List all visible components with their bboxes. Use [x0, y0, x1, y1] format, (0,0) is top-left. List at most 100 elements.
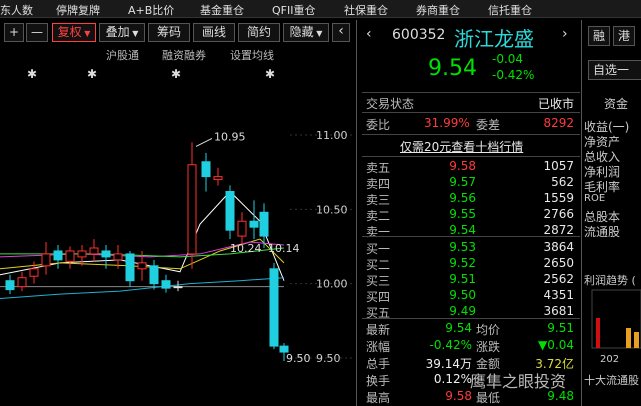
menu-item-qfii[interactable]: QFII重仓 — [272, 2, 315, 18]
zuixin-value: 9.54 — [445, 321, 472, 335]
menu-item-abbijia[interactable]: A+B比价 — [128, 2, 174, 18]
high-price-label: 10.95 — [214, 130, 246, 143]
rong-button[interactable]: 融 — [588, 26, 610, 46]
divider — [362, 156, 580, 157]
sell-volume: 562 — [551, 175, 574, 189]
zoom-in-button[interactable]: + — [4, 23, 24, 42]
trend-bar — [634, 332, 639, 348]
zoom-out-button[interactable]: — — [26, 23, 48, 42]
sell-price: 9.54 — [449, 223, 476, 237]
divider — [362, 318, 580, 319]
sell-row[interactable]: 卖三 9.56 1559 — [362, 191, 578, 207]
trend-bar — [626, 328, 631, 348]
event-marker-icon: ✱ — [27, 67, 37, 81]
zuigao-value: 9.58 — [445, 389, 472, 403]
chevron-right-icon[interactable]: › — [562, 26, 568, 42]
candle-body — [269, 268, 279, 347]
zhangfu-label: 涨幅 — [366, 340, 391, 354]
zhangdie-label: 涨跌 — [476, 340, 501, 354]
diejia-dropdown[interactable]: 叠加 ▼ — [99, 23, 145, 42]
sell-label: 卖二 — [366, 209, 391, 223]
profit-trend-chart — [591, 289, 641, 349]
hugutong-link[interactable]: 沪股通 — [106, 47, 139, 63]
kline-svg: ✱ ✱ ✱ ✱ 11.00 10.50 10.00 9.50 10.95 9.50 10.24 10… — [0, 67, 355, 365]
ma-value-label: 10.14 — [268, 242, 300, 255]
sell-row[interactable]: 卖五 9.58 1057 — [362, 159, 578, 175]
zixuan-dropdown[interactable]: 自选一 — [588, 60, 641, 80]
jianyue-button[interactable]: 简约 — [238, 23, 280, 42]
high-price-pointer — [195, 137, 213, 147]
sell-row[interactable]: 卖四 9.57 562 — [362, 175, 578, 191]
weibi-label: 委比 — [366, 118, 391, 132]
buy-price: 9.49 — [449, 304, 476, 318]
candle-body — [17, 277, 27, 288]
sell-volume: 2872 — [543, 223, 574, 237]
chouma-button[interactable]: 筹码 — [148, 23, 190, 42]
zijin-tab[interactable]: 资金 — [604, 95, 628, 112]
candle-body — [77, 250, 87, 258]
fundamentals-panel: 融 港 自选一 资金 收益(一) 净资产 总收入 净利润 毛利率 ROE 总股本 流通股 利润… — [584, 20, 641, 406]
junjia-value: 9.51 — [547, 321, 574, 335]
menu-item-shebao[interactable]: 社保重仓 — [344, 2, 388, 18]
buy-row[interactable]: 买二 9.52 2650 — [362, 256, 578, 272]
zuixin-label: 最新 — [366, 323, 391, 337]
chevron-left-icon[interactable]: ‹ — [332, 23, 350, 42]
menu-item-tingpai[interactable]: 停牌复牌 — [56, 2, 100, 18]
trend-bar — [596, 318, 600, 348]
sell-price: 9.57 — [449, 175, 476, 189]
buy-volume: 2562 — [543, 272, 574, 286]
gang-button[interactable]: 港 — [613, 26, 635, 46]
huaxian-button[interactable]: 画线 — [193, 23, 235, 42]
sell-row[interactable]: 卖二 9.55 2766 — [362, 207, 578, 223]
level2-link[interactable]: 仅需20元查看十档行情 — [400, 138, 523, 155]
stats-row: 最新 9.54 均价 9.51 — [362, 321, 578, 337]
candle-body — [161, 280, 171, 289]
buy-row[interactable]: 买四 9.50 4351 — [362, 288, 578, 304]
stock-name: 浙江龙盛 — [454, 27, 534, 51]
event-markers: ✱ ✱ ✱ ✱ — [27, 67, 275, 81]
chart-toolbar: + — 复权 ▼ 叠加 ▼ 筹码 画线 简约 隐藏 ▼ ‹ — [0, 20, 360, 44]
candle-body — [187, 164, 197, 255]
zhangfu-value: -0.42% — [429, 338, 472, 352]
price-change-pct: -0.42% — [492, 68, 535, 82]
candle-body — [89, 247, 99, 255]
buy-label: 买四 — [366, 290, 391, 304]
buy-price: 9.50 — [449, 288, 476, 302]
shezhi-junxian-link[interactable]: 设置均线 — [230, 47, 274, 63]
divider — [362, 112, 580, 113]
candle-body — [173, 286, 183, 289]
event-marker-icon: ✱ — [87, 67, 97, 81]
buy-volume: 2650 — [543, 256, 574, 270]
sell-price: 9.56 — [449, 191, 476, 205]
buy-row[interactable]: 买一 9.53 3864 — [362, 240, 578, 256]
top-menu-bar: 东人数 停牌复牌 A+B比价 基金重仓 QFII重仓 社保重仓 券商重仓 信托重… — [0, 0, 641, 18]
candle-body — [149, 265, 159, 285]
buy-label: 买二 — [366, 258, 391, 272]
sell-label: 卖三 — [366, 193, 391, 207]
menu-item-quanshang[interactable]: 券商重仓 — [416, 2, 460, 18]
event-marker-icon: ✱ — [265, 67, 275, 81]
candle-body — [201, 161, 211, 178]
menu-item-dongrenshu[interactable]: 东人数 — [0, 2, 33, 18]
menu-item-jijin[interactable]: 基金重仓 — [200, 2, 244, 18]
huanshou-label: 换手 — [366, 374, 391, 388]
candle-body — [53, 250, 63, 261]
fuquan-dropdown[interactable]: 复权 ▼ — [52, 23, 96, 42]
rongzirongquan-link[interactable]: 融资融券 — [162, 47, 206, 63]
sell-label: 卖一 — [366, 225, 391, 239]
low-price-label: 9.50 — [286, 352, 311, 365]
buy-price: 9.52 — [449, 256, 476, 270]
buy-volume: 4351 — [543, 288, 574, 302]
y-tick-label: 9.50 — [316, 352, 341, 365]
chart-gridlines — [290, 134, 355, 359]
kline-chart[interactable]: ✱ ✱ ✱ ✱ 11.00 10.50 10.00 9.50 10.95 9.50 10.24 10… — [0, 62, 355, 406]
fuquan-label: 复权 — [57, 25, 82, 39]
chevron-left-icon[interactable]: ‹ — [366, 26, 372, 42]
trend-year: 202 — [600, 354, 620, 365]
buy-row[interactable]: 买三 9.51 2562 — [362, 272, 578, 288]
profit-trend-title: 利润趋势 ( — [584, 274, 636, 287]
yincang-dropdown[interactable]: 隐藏 ▼ — [283, 23, 329, 42]
candle-body — [213, 176, 223, 181]
menu-item-xintuo[interactable]: 信托重仓 — [488, 2, 532, 18]
candle-body — [137, 262, 147, 270]
